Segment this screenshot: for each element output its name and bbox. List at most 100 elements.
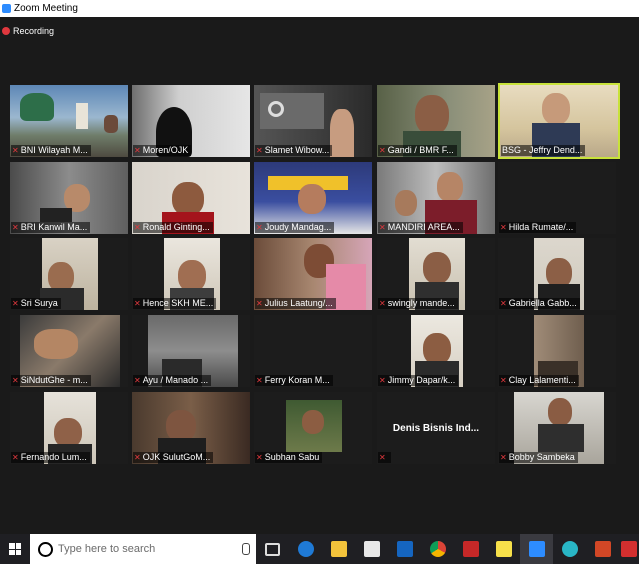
participant-tile[interactable]: ✕ Gabriella Gabb... — [498, 238, 616, 310]
microphone-icon[interactable] — [242, 543, 250, 555]
muted-mic-icon: ✕ — [134, 223, 141, 232]
browser-icon — [561, 541, 578, 557]
participant-tile[interactable]: ✕ BNI Wilayah M... — [10, 85, 128, 157]
muted-mic-icon: ✕ — [12, 146, 19, 155]
muted-mic-icon: ✕ — [256, 453, 263, 462]
participant-tile[interactable]: ✕ Jimmy Dapar/k... — [377, 315, 495, 387]
participant-name: Fernando Lum... — [20, 452, 87, 462]
task-view-button[interactable] — [256, 534, 289, 564]
powerpoint-button[interactable] — [586, 534, 619, 564]
muted-mic-icon: ✕ — [12, 223, 19, 232]
participant-name: Gandi / BMR F... — [387, 145, 454, 155]
zoom-icon — [2, 4, 11, 13]
participant-name: Ayu / Manado ... — [142, 375, 209, 385]
participant-tile[interactable]: ✕ Moren/OJK — [132, 85, 250, 157]
participant-name: BRI Kanwil Ma... — [20, 222, 88, 232]
participant-name: BSG - Jeffry Dend... — [502, 145, 583, 155]
muted-mic-icon: ✕ — [379, 453, 386, 462]
task-view-icon — [265, 542, 280, 556]
muted-mic-icon: ✕ — [12, 376, 19, 385]
participant-name: Hilda Rumate/... — [508, 222, 574, 232]
participant-tile[interactable]: ✕ swingly mande... — [377, 238, 495, 310]
participant-tile[interactable]: ✕ Bobby Sambeka — [498, 392, 616, 464]
muted-mic-icon: ✕ — [134, 453, 141, 462]
participant-name: Bobby Sambeka — [508, 452, 575, 462]
muted-mic-icon: ✕ — [134, 146, 141, 155]
edge-button[interactable] — [289, 534, 322, 564]
active-speaker-tile[interactable]: BSG - Jeffry Dend... — [498, 83, 620, 159]
participant-name: BNI Wilayah M... — [20, 145, 88, 155]
participant-name: Jimmy Dapar/k... — [387, 375, 456, 385]
participant-tile[interactable]: ✕ SiNdutGhe - m... — [10, 315, 128, 387]
muted-mic-icon: ✕ — [12, 453, 19, 462]
muted-mic-icon: ✕ — [256, 223, 263, 232]
browser-button[interactable] — [553, 534, 586, 564]
participant-tile[interactable]: ✕ MANDIRI AREA... — [377, 162, 495, 234]
participant-name: Joudy Mandag... — [264, 222, 332, 232]
participant-name: Subhan Sabu — [264, 452, 320, 462]
record-dot-icon — [2, 27, 10, 35]
participant-name: Gabriella Gabb... — [508, 298, 577, 308]
muted-mic-icon: ✕ — [256, 376, 263, 385]
participant-tile[interactable]: ✕ OJK SulutGoM... — [132, 392, 250, 464]
start-button[interactable] — [0, 534, 30, 564]
window-title: Zoom Meeting — [14, 3, 78, 14]
file-explorer-button[interactable] — [322, 534, 355, 564]
participant-tile[interactable]: ✕ Fernando Lum... — [10, 392, 128, 464]
participant-name-display: Denis Bisnis Ind... — [392, 423, 480, 434]
muted-mic-icon: ✕ — [12, 299, 19, 308]
participant-tile[interactable]: ✕ Ronald Ginting... — [132, 162, 250, 234]
window-title-bar: Zoom Meeting — [0, 0, 639, 17]
muted-mic-icon: ✕ — [134, 299, 141, 308]
recording-label: Recording — [13, 26, 55, 36]
participant-name: Ronald Ginting... — [142, 222, 210, 232]
muted-mic-icon: ✕ — [500, 299, 507, 308]
participant-name: Sri Surya — [20, 298, 58, 308]
muted-mic-icon: ✕ — [379, 376, 386, 385]
windows-logo-icon — [9, 543, 21, 555]
participant-tile[interactable]: Denis Bisnis Ind... ✕ — [377, 392, 495, 464]
participant-tile[interactable]: ✕ Gandi / BMR F... — [377, 85, 495, 157]
participant-tile[interactable]: ✕ Subhan Sabu — [254, 392, 372, 464]
participant-name: Julius Laatung/... — [264, 298, 333, 308]
outlook-button[interactable] — [388, 534, 421, 564]
store-icon — [363, 541, 380, 557]
search-placeholder: Type here to search — [58, 543, 156, 555]
cortana-icon — [38, 541, 53, 557]
muted-mic-icon: ✕ — [500, 376, 507, 385]
app-button[interactable] — [454, 534, 487, 564]
pdf-icon — [621, 541, 637, 557]
participant-tile[interactable]: ✕ Hence SKH ME... — [132, 238, 250, 310]
participant-tile[interactable]: ✕ Slamet Wibow... — [254, 85, 372, 157]
participant-name: MANDIRI AREA... — [387, 222, 460, 232]
store-button[interactable] — [355, 534, 388, 564]
participant-tile[interactable]: ✕ Joudy Mandag... — [254, 162, 372, 234]
participant-tile[interactable]: ✕ Sri Surya — [10, 238, 128, 310]
pdf-button[interactable] — [619, 534, 639, 564]
muted-mic-icon: ✕ — [379, 223, 386, 232]
participant-name: Clay Lalamenti... — [508, 375, 576, 385]
recording-indicator[interactable]: Recording — [2, 26, 54, 36]
muted-mic-icon: ✕ — [379, 146, 386, 155]
app-icon — [462, 541, 479, 557]
participant-tile[interactable]: ✕ Ayu / Manado ... — [132, 315, 250, 387]
windows-taskbar: Type here to search — [0, 534, 639, 564]
participant-tile[interactable]: ✕ Hilda Rumate/... — [498, 162, 616, 234]
taskbar-search-box[interactable]: Type here to search — [30, 534, 256, 564]
participant-name: Slamet Wibow... — [264, 145, 330, 155]
zoom-app-icon — [528, 541, 545, 557]
participant-tile[interactable]: ✕ BRI Kanwil Ma... — [10, 162, 128, 234]
muted-mic-icon: ✕ — [134, 376, 141, 385]
participant-tile[interactable]: ✕ Julius Laatung/... — [254, 238, 372, 310]
chrome-icon — [429, 541, 446, 557]
participant-tile[interactable]: ✕ Clay Lalamenti... — [498, 315, 616, 387]
chrome-button[interactable] — [421, 534, 454, 564]
edge-icon — [297, 541, 314, 557]
participant-name: swingly mande... — [387, 298, 455, 308]
sticky-notes-button[interactable] — [487, 534, 520, 564]
participant-name: Moren/OJK — [142, 145, 189, 155]
participant-name: OJK SulutGoM... — [142, 452, 211, 462]
sticky-notes-icon — [495, 541, 512, 557]
participant-tile[interactable]: ✕ Ferry Koran M... — [254, 315, 372, 387]
zoom-button[interactable] — [520, 534, 553, 564]
